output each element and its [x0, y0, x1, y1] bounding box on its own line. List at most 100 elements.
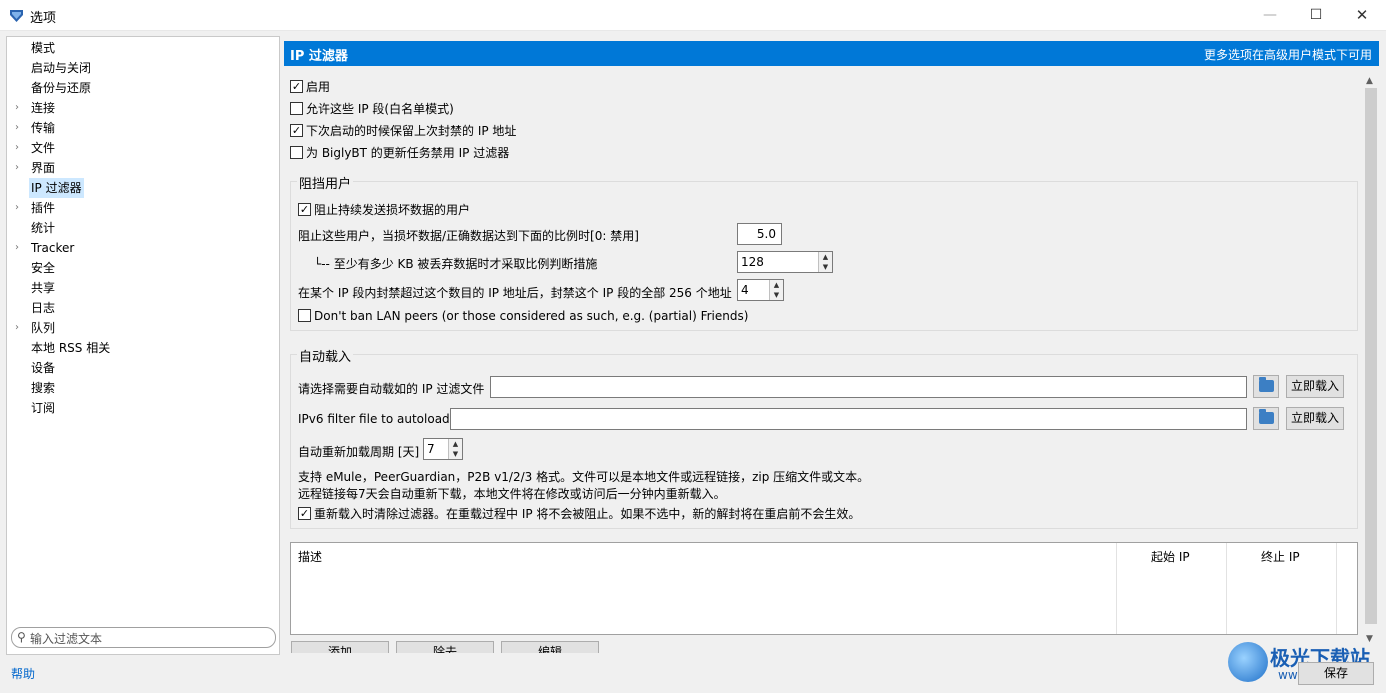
spin-down-icon[interactable]: ▼: [449, 449, 462, 459]
chevron-right-icon[interactable]: ›: [15, 198, 25, 218]
autoload-file-input[interactable]: [490, 376, 1247, 398]
autoload-file-label: 请选择需要自动载如的 IP 过滤文件: [298, 382, 485, 396]
allow-ranges-option[interactable]: 允许这些 IP 段(白名单模式): [290, 101, 454, 117]
column-divider: [1226, 543, 1227, 634]
column-divider: [1116, 543, 1117, 634]
sidebar-item-label: 文件: [31, 141, 56, 155]
remove-button[interactable]: 除去: [396, 641, 494, 653]
autoload-title: 自动载入: [297, 346, 354, 365]
persist-bans-label: 下次启动的时候保留上次封禁的 IP 地址: [306, 124, 517, 138]
min-kb-value: 128: [741, 255, 764, 269]
scroll-up-icon[interactable]: ▲: [1366, 76, 1373, 86]
ratio-input[interactable]: 5.0: [737, 223, 782, 245]
min-kb-spin[interactable]: ▲ ▼: [818, 252, 832, 272]
ip-range-table[interactable]: 描述 起始 IP 终止 IP: [290, 542, 1358, 635]
sidebar-item-label: 传输: [31, 121, 56, 135]
enable-checkbox[interactable]: [290, 80, 303, 93]
column-start-ip[interactable]: 起始 IP: [1151, 548, 1190, 565]
sidebar-item-label: 本地 RSS 相关: [31, 341, 111, 355]
lan-peers-label: Don't ban LAN peers (or those considered…: [314, 309, 749, 323]
scroll-thumb[interactable]: [1365, 88, 1377, 624]
section-header: IP 过滤器 更多选项在高级用户模式下可用: [284, 41, 1379, 66]
min-kb-stepper[interactable]: 128 ▲ ▼: [737, 251, 833, 273]
sidebar-item-label: 订阅: [31, 401, 56, 415]
chevron-right-icon[interactable]: ›: [15, 158, 25, 178]
section-title: IP 过滤器: [290, 49, 348, 64]
ban-block-stepper[interactable]: 4 ▲ ▼: [737, 279, 784, 301]
ban-block-spin[interactable]: ▲ ▼: [769, 280, 783, 300]
browse-file-button[interactable]: [1253, 375, 1279, 398]
block-bad-data-checkbox[interactable]: [298, 203, 311, 216]
filter-input[interactable]: ⚲ 输入过滤文本: [11, 627, 276, 648]
ban-block-value: 4: [741, 283, 749, 297]
sidebar-item-label: 设备: [31, 361, 56, 375]
spin-down-icon[interactable]: ▼: [819, 262, 832, 272]
block-bad-data-label: 阻止持续发送损坏数据的用户: [314, 203, 471, 217]
enable-label: 启用: [306, 80, 331, 94]
spin-down-icon[interactable]: ▼: [770, 290, 783, 300]
edit-button[interactable]: 编辑: [501, 641, 599, 653]
sidebar-item-label: 插件: [31, 201, 56, 215]
sidebar-item-label: 安全: [31, 261, 56, 275]
sidebar-item-label: IP 过滤器: [29, 178, 84, 198]
close-button[interactable]: ✕: [1339, 4, 1385, 26]
save-button[interactable]: 保存: [1298, 662, 1374, 685]
filter-placeholder: 输入过滤文本: [30, 632, 103, 646]
allow-ranges-checkbox[interactable]: [290, 102, 303, 115]
spin-up-icon[interactable]: ▲: [819, 252, 832, 262]
ipv6-file-input[interactable]: [450, 408, 1247, 430]
sidebar-item-label: Tracker: [31, 241, 75, 255]
browse-ipv6-button[interactable]: [1253, 407, 1279, 430]
window-title: 选项: [30, 11, 57, 26]
sidebar-item-label: 搜索: [31, 381, 56, 395]
block-peers-title: 阻挡用户: [297, 173, 354, 192]
ipv6-file-label: IPv6 filter file to autoload: [298, 412, 450, 426]
chevron-right-icon[interactable]: ›: [15, 138, 25, 158]
sidebar-item-label: 连接: [31, 101, 56, 115]
disable-for-updates-checkbox[interactable]: [290, 146, 303, 159]
search-icon: ⚲: [17, 630, 26, 644]
chevron-right-icon[interactable]: ›: [15, 118, 25, 138]
lan-peers-option[interactable]: Don't ban LAN peers (or those considered…: [298, 308, 748, 324]
vertical-scrollbar[interactable]: ▲ ▼: [1363, 74, 1379, 650]
spin-up-icon[interactable]: ▲: [770, 280, 783, 290]
title-bar: 选项 — ☐ ✕: [0, 0, 1386, 31]
persist-bans-option[interactable]: 下次启动的时候保留上次封禁的 IP 地址: [290, 123, 516, 139]
persist-bans-checkbox[interactable]: [290, 124, 303, 137]
add-button[interactable]: 添加: [291, 641, 389, 653]
disable-for-updates-label: 为 BiglyBT 的更新任务禁用 IP 过滤器: [306, 146, 510, 160]
chevron-right-icon[interactable]: ›: [15, 238, 25, 258]
reload-period-spin[interactable]: ▲ ▼: [448, 439, 462, 459]
sidebar-tree: 模式 启动与关闭 备份与还原 › 连接 › 传输 › 文件 › 界面 IP 过滤…: [6, 36, 280, 655]
lan-peers-checkbox[interactable]: [298, 309, 311, 322]
sidebar-item-label: 备份与还原: [31, 81, 92, 95]
spin-up-icon[interactable]: ▲: [449, 439, 462, 449]
column-divider: [1336, 543, 1337, 634]
ban-block-label: 在某个 IP 段内封禁超过这个数目的 IP 地址后，封禁这个 IP 段的全部 2…: [298, 286, 732, 300]
column-end-ip[interactable]: 终止 IP: [1261, 548, 1300, 565]
load-now-button[interactable]: 立即载入: [1286, 375, 1344, 398]
load-now-ipv6-button[interactable]: 立即载入: [1286, 407, 1344, 430]
maximize-button[interactable]: ☐: [1293, 4, 1339, 26]
reload-period-label: 自动重新加载周期 [天]: [298, 445, 420, 459]
enable-option[interactable]: 启用: [290, 79, 330, 95]
clear-on-reload-option[interactable]: 重新载入时清除过滤器。在重载过程中 IP 将不会被阻止。如果不选中，新的解封将在…: [298, 506, 860, 522]
sidebar-item-label: 共享: [31, 281, 56, 295]
chevron-right-icon[interactable]: ›: [15, 98, 25, 118]
chevron-right-icon[interactable]: ›: [15, 318, 25, 338]
clear-on-reload-checkbox[interactable]: [298, 507, 311, 520]
advanced-mode-hint: 更多选项在高级用户模式下可用: [1203, 48, 1372, 62]
min-kb-label: └-- 至少有多少 KB 被丢弃数据时才采取比例判断措施: [314, 257, 598, 271]
minimize-button[interactable]: —: [1247, 4, 1293, 26]
sidebar-item-label: 界面: [31, 161, 56, 175]
reload-period-stepper[interactable]: 7 ▲ ▼: [423, 438, 463, 460]
clear-on-reload-label: 重新载入时清除过滤器。在重载过程中 IP 将不会被阻止。如果不选中，新的解封将在…: [314, 507, 861, 521]
help-link[interactable]: 帮助: [11, 665, 35, 682]
column-description[interactable]: 描述: [298, 548, 322, 565]
folder-icon: [1259, 377, 1274, 392]
block-bad-data-option[interactable]: 阻止持续发送损坏数据的用户: [298, 202, 470, 218]
sidebar-item-label: 启动与关闭: [31, 61, 92, 75]
disable-for-updates-option[interactable]: 为 BiglyBT 的更新任务禁用 IP 过滤器: [290, 145, 509, 161]
app-icon: [10, 10, 23, 22]
format-info: 支持 eMule，PeerGuardian，P2B v1/2/3 格式。文件可以…: [298, 470, 870, 484]
